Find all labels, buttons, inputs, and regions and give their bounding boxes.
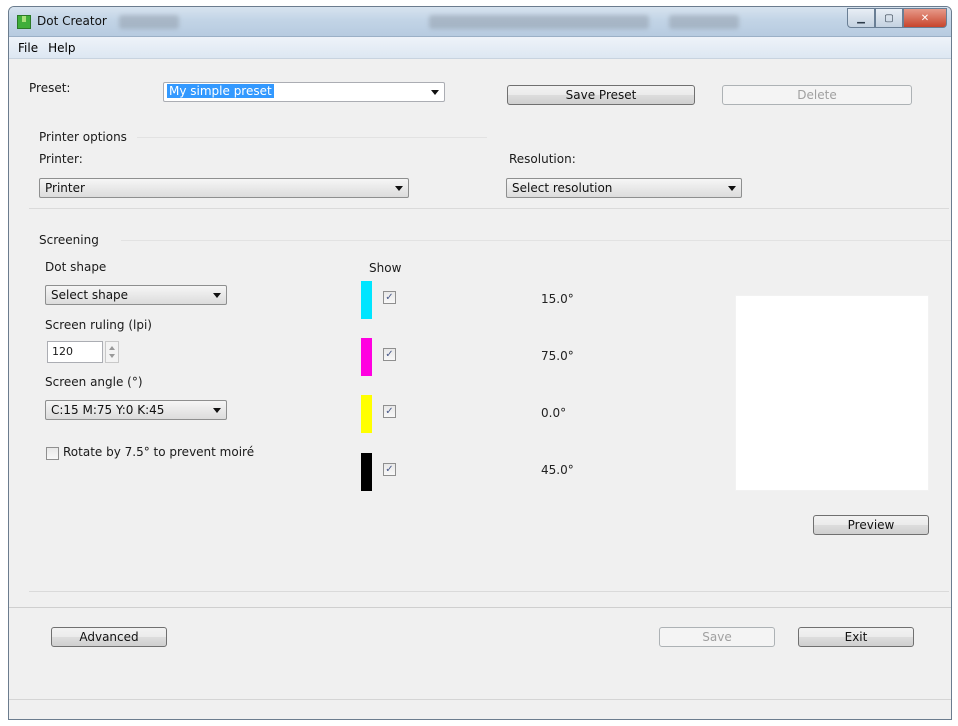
section-divider bbox=[29, 208, 949, 209]
dot-shape-value: Select shape bbox=[51, 288, 129, 302]
group-divider bbox=[137, 137, 487, 138]
dot-shape-select[interactable]: Select shape bbox=[45, 285, 227, 305]
footer-divider bbox=[9, 607, 951, 608]
screening-label: Screening bbox=[39, 233, 99, 247]
yellow-show-checkbox[interactable]: ✓ bbox=[383, 405, 396, 418]
close-icon[interactable]: ✕ bbox=[903, 8, 947, 28]
resolution-select-value: Select resolution bbox=[512, 181, 613, 195]
window-controls: ▁ ▢ ✕ bbox=[847, 8, 947, 28]
preset-combo[interactable]: My simple preset bbox=[163, 82, 445, 102]
yellow-swatch bbox=[361, 395, 372, 433]
exit-button[interactable]: Exit bbox=[798, 627, 914, 647]
cyan-swatch bbox=[361, 281, 372, 319]
chevron-down-icon bbox=[395, 186, 403, 191]
save-button[interactable]: Save bbox=[659, 627, 775, 647]
preset-value: My simple preset bbox=[167, 84, 274, 98]
chevron-down-icon bbox=[213, 408, 221, 413]
app-icon bbox=[17, 15, 31, 29]
screen-ruling-input[interactable]: 120 bbox=[47, 341, 103, 363]
black-angle-value: 45.0° bbox=[541, 463, 574, 477]
group-divider bbox=[121, 240, 951, 241]
yellow-angle-value: 0.0° bbox=[541, 406, 567, 420]
chevron-down-icon bbox=[728, 186, 736, 191]
title-bar-blur bbox=[429, 15, 649, 29]
chevron-down-icon bbox=[431, 90, 439, 95]
black-swatch bbox=[361, 453, 372, 491]
stepper-up-icon[interactable] bbox=[109, 346, 115, 350]
printer-select-value: Printer bbox=[45, 181, 85, 195]
preview-canvas bbox=[735, 295, 929, 491]
rotate-checkbox[interactable] bbox=[46, 447, 59, 460]
window-title: Dot Creator bbox=[37, 14, 107, 28]
magenta-swatch bbox=[361, 338, 372, 376]
black-show-checkbox[interactable]: ✓ bbox=[383, 463, 396, 476]
title-bar-blur bbox=[669, 15, 739, 29]
chevron-down-icon bbox=[213, 293, 221, 298]
menu-bar: File Help bbox=[9, 37, 951, 59]
delete-preset-button[interactable]: Delete bbox=[722, 85, 912, 105]
maximize-icon[interactable]: ▢ bbox=[875, 8, 903, 28]
screen-ruling-stepper[interactable] bbox=[105, 341, 119, 363]
resolution-select[interactable]: Select resolution bbox=[506, 178, 742, 198]
minimize-icon[interactable]: ▁ bbox=[847, 8, 875, 28]
menu-file[interactable]: File bbox=[13, 41, 43, 55]
resolution-label: Resolution: bbox=[509, 152, 576, 166]
preset-label: Preset: bbox=[29, 81, 71, 95]
magenta-show-checkbox[interactable]: ✓ bbox=[383, 348, 396, 361]
stepper-down-icon[interactable] bbox=[109, 354, 115, 358]
printer-options-label: Printer options bbox=[39, 130, 127, 144]
save-preset-button[interactable]: Save Preset bbox=[507, 85, 695, 105]
cyan-angle-value: 15.0° bbox=[541, 292, 574, 306]
cyan-show-checkbox[interactable]: ✓ bbox=[383, 291, 396, 304]
rotate-label: Rotate by 7.5° to prevent moiré bbox=[63, 445, 255, 459]
title-bar-blur bbox=[119, 15, 179, 29]
screen-angle-value: C:15 M:75 Y:0 K:45 bbox=[51, 403, 165, 417]
status-bar bbox=[9, 699, 951, 719]
advanced-button[interactable]: Advanced bbox=[51, 627, 167, 647]
title-bar[interactable]: Dot Creator ▁ ▢ ✕ bbox=[9, 7, 951, 37]
menu-help[interactable]: Help bbox=[43, 41, 80, 55]
section-divider bbox=[29, 591, 949, 592]
screen-angle-select[interactable]: C:15 M:75 Y:0 K:45 bbox=[45, 400, 227, 420]
show-label: Show bbox=[369, 261, 402, 275]
dot-shape-label: Dot shape bbox=[45, 260, 107, 274]
preview-button[interactable]: Preview bbox=[813, 515, 929, 535]
printer-label: Printer: bbox=[39, 152, 83, 166]
main-window: Dot Creator ▁ ▢ ✕ File Help Preset: My s… bbox=[8, 6, 952, 720]
printer-select[interactable]: Printer bbox=[39, 178, 409, 198]
screen-angle-label: Screen angle (°) bbox=[45, 375, 143, 389]
screen-ruling-label: Screen ruling (lpi) bbox=[45, 318, 152, 332]
magenta-angle-value: 75.0° bbox=[541, 349, 574, 363]
